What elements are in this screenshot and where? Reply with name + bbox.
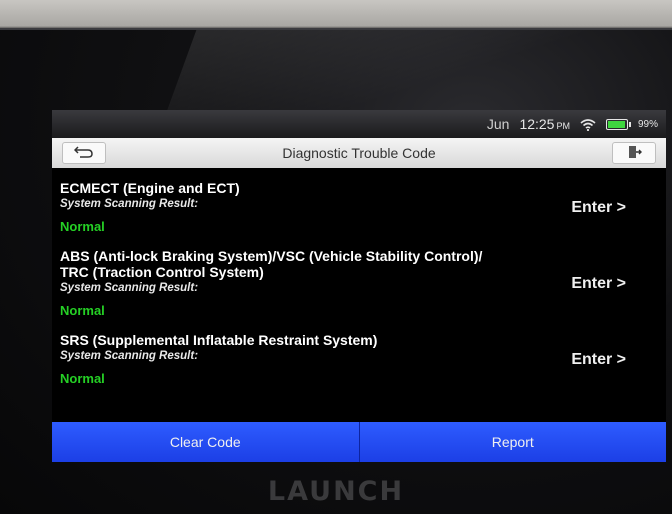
device-brand-logo: LAUNCH (267, 476, 405, 507)
system-list: ECMECT (Engine and ECT) System Scanning … (52, 180, 666, 388)
system-row-srs[interactable]: SRS (Supplemental Inflatable Restraint S… (60, 332, 666, 388)
device-screen: Jun 12:25PM 99% Diagnostic Trouble Code (52, 110, 666, 462)
system-result-label: System Scanning Result: (60, 282, 199, 294)
system-status: Normal (60, 219, 105, 234)
system-row-ecmect[interactable]: ECMECT (Engine and ECT) System Scanning … (60, 180, 666, 236)
title-bar: Diagnostic Trouble Code (52, 138, 666, 168)
page-title: Diagnostic Trouble Code (282, 145, 436, 161)
system-status: Normal (60, 303, 105, 318)
status-time: 12:25 (519, 116, 555, 132)
back-button[interactable] (62, 142, 106, 164)
report-button[interactable]: Report (358, 422, 666, 462)
system-result-label: System Scanning Result: (60, 350, 199, 362)
system-name: ABS (Anti-lock Braking System)/VSC (Vehi… (60, 248, 483, 264)
system-status: Normal (60, 371, 105, 386)
clear-code-button[interactable]: Clear Code (52, 422, 359, 462)
system-result-label: System Scanning Result: (60, 198, 199, 210)
status-date: Jun (486, 116, 510, 132)
enter-button-ecmect[interactable]: Enter > (571, 199, 626, 217)
battery-fill (607, 120, 625, 128)
status-bar: Jun 12:25 PM 99% (52, 110, 666, 138)
exit-icon (626, 144, 642, 163)
status-ampm: PM (556, 121, 570, 131)
battery-icon (605, 118, 631, 130)
bottom-action-bar: Clear Code Report (52, 422, 666, 462)
system-row-abs[interactable]: ABS (Anti-lock Braking System)/VSC (Vehi… (60, 248, 666, 320)
enter-button-abs[interactable]: Enter > (571, 275, 626, 293)
back-arrow-icon (73, 145, 94, 162)
system-info: ABS (Anti-lock Braking System)/VSC (Vehi… (60, 248, 482, 320)
exit-button[interactable] (612, 142, 656, 164)
system-info: ECMECT (Engine and ECT) System Scanning … (60, 180, 240, 236)
battery-percent: 99% (637, 118, 658, 130)
status-clock: 12:25 PM (519, 116, 570, 132)
system-info: SRS (Supplemental Inflatable Restraint S… (60, 332, 377, 388)
system-name: ECMECT (Engine and ECT) (60, 180, 240, 196)
system-name-line2: TRC (Traction Control System) (60, 264, 264, 280)
wifi-icon (580, 118, 596, 132)
enter-button-srs[interactable]: Enter > (571, 351, 626, 369)
system-name: SRS (Supplemental Inflatable Restraint S… (60, 332, 378, 348)
